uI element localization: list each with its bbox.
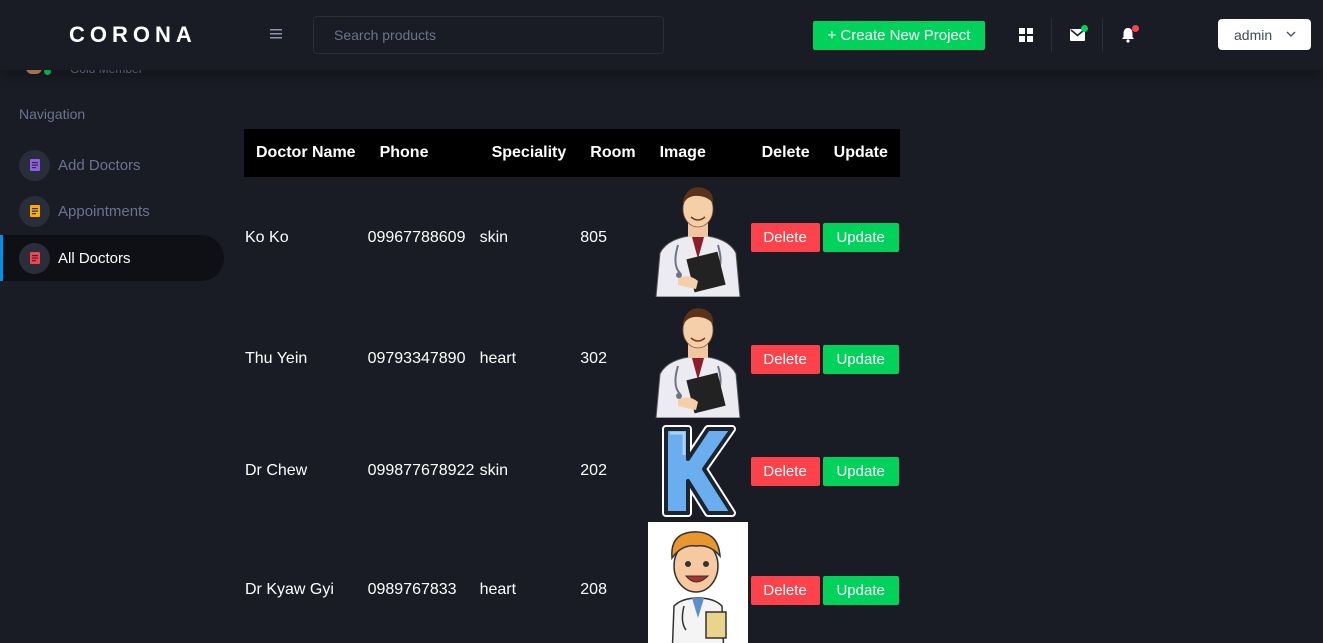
doctor-speciality: skin [479, 462, 509, 479]
column-header-speciality: Speciality [479, 129, 579, 177]
doctor-image [647, 522, 750, 643]
doctor-image [648, 177, 750, 298]
doctor-speciality: skin [479, 228, 509, 246]
brand-logo[interactable]: CORONA [69, 22, 197, 48]
column-header-room: Room [578, 129, 648, 177]
update-button[interactable]: Update [822, 575, 899, 605]
doctor-name: Ko Ko [245, 228, 289, 246]
table-row: Thu Yein 09793347890 heart 302 Delete Up… [244, 298, 900, 420]
sidebar-item-appointments[interactable]: Appointments [0, 188, 224, 234]
doctor-phone: 099877678922 [367, 462, 475, 479]
divider [1102, 18, 1103, 52]
doctor-name: Thu Yein [245, 350, 308, 367]
nav-caption: Navigation [19, 106, 86, 122]
doc-icon [19, 242, 50, 274]
doctor-phone: 09967788609 [367, 228, 466, 246]
column-header-update: Update [821, 129, 900, 177]
mail-icon[interactable] [1062, 20, 1092, 50]
table-row: Dr Kyaw Gyi 0989767833 heart 208 Delete … [244, 522, 900, 643]
doctor-room: 805 [580, 228, 607, 246]
mail-badge [1081, 25, 1088, 32]
doctor-image [648, 420, 750, 522]
delete-button[interactable]: Delete [750, 575, 820, 605]
doc-icon [19, 195, 50, 227]
doctor-speciality: heart [479, 350, 517, 367]
doctor-room: 202 [580, 462, 607, 479]
table-row: Dr Chew 099877678922 skin 202 Delete Upd… [244, 420, 900, 522]
create-project-button[interactable]: + Create New Project [813, 21, 985, 50]
sidebar-item-label: Add Doctors [58, 156, 141, 174]
user-dropdown[interactable]: admin [1218, 19, 1311, 50]
top-navbar: CORONA + Create New Project admin [0, 0, 1323, 70]
doctor-phone: 0989767833 [367, 581, 457, 598]
delete-button[interactable]: Delete [750, 456, 820, 486]
delete-button[interactable]: Delete [750, 344, 820, 374]
column-header-delete: Delete [749, 129, 822, 177]
doctor-image [648, 298, 750, 420]
doctor-name: Dr Chew [245, 462, 308, 479]
menu-toggle-icon[interactable] [270, 24, 286, 44]
sidebar-item-all-doctors[interactable]: All Doctors [0, 235, 224, 281]
doctors-table: Doctor Name Phone Speciality Room Image … [244, 129, 900, 643]
doctor-name: Dr Kyaw Gyi [245, 581, 334, 598]
column-header-image: Image [647, 129, 750, 177]
update-button[interactable]: Update [822, 344, 899, 374]
grid-icon[interactable] [1011, 20, 1041, 50]
doctor-room: 208 [580, 581, 607, 598]
chevron-down-icon [1286, 31, 1296, 37]
update-button[interactable]: Update [822, 223, 899, 252]
user-name: admin [1234, 26, 1273, 43]
divider [1051, 18, 1052, 52]
notification-badge [1132, 25, 1139, 32]
column-header-name: Doctor Name [244, 129, 368, 177]
search-input[interactable] [313, 16, 664, 54]
bell-icon[interactable] [1113, 20, 1143, 50]
doctor-room: 302 [580, 350, 607, 367]
sidebar-item-add-doctors[interactable]: Add Doctors [0, 142, 224, 188]
sidebar-item-label: All Doctors [58, 249, 131, 267]
column-header-phone: Phone [367, 129, 480, 177]
table-row: Ko Ko 09967788609 skin 805 Delete Update [244, 177, 900, 298]
table-header-row: Doctor Name Phone Speciality Room Image … [244, 129, 900, 177]
doc-icon [19, 149, 50, 181]
update-button[interactable]: Update [822, 456, 899, 486]
delete-button[interactable]: Delete [750, 223, 820, 252]
sidebar: Gold Member Navigation Add Doctors Appoi… [0, 0, 244, 643]
doctor-phone: 09793347890 [367, 350, 466, 367]
sidebar-item-label: Appointments [58, 202, 150, 220]
doctor-speciality: heart [479, 581, 517, 598]
